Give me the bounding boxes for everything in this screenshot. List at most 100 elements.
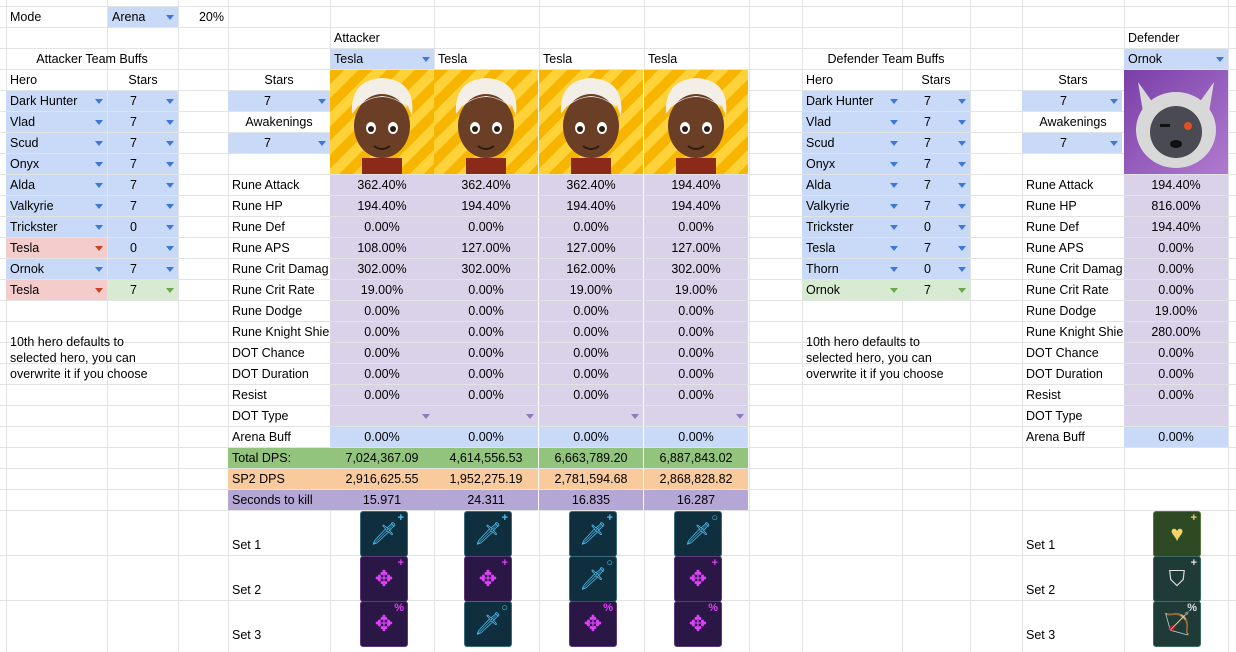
defender-value-cell[interactable]: 194.40% bbox=[1124, 217, 1228, 237]
attacker-value-cell[interactable]: 0.00% bbox=[644, 364, 748, 384]
attacker-set-sword-icon[interactable]: 🗡 + bbox=[569, 511, 617, 557]
defender-set-heart-icon[interactable]: ♥ + bbox=[1153, 511, 1201, 557]
attacker-value-cell[interactable]: 0.00% bbox=[330, 217, 434, 237]
attacker-set-crosshair-icon[interactable]: ✥% bbox=[674, 601, 722, 647]
attacker-value-cell[interactable]: 0.00% bbox=[539, 427, 643, 447]
defender-value-cell[interactable]: 0.00% bbox=[1124, 385, 1228, 405]
attacker-value-cell[interactable]: 0.00% bbox=[644, 343, 748, 363]
defender-team-hero-dropdown[interactable]: Alda bbox=[802, 175, 902, 195]
attacker-value-cell[interactable]: 0.00% bbox=[539, 301, 643, 321]
attacker-value-cell[interactable]: 0.00% bbox=[330, 427, 434, 447]
attacker-hero-dropdown-1[interactable]: Tesla bbox=[330, 49, 434, 69]
attacker-set-sword-icon[interactable]: 🗡 + bbox=[360, 511, 408, 557]
defender-team-stars-dropdown[interactable]: 7 bbox=[902, 196, 970, 216]
attacker-set-crosshair-icon[interactable]: ✥% bbox=[360, 601, 408, 647]
attacker-awakenings-dropdown[interactable]: 7 bbox=[228, 133, 330, 153]
attacker-team-stars-dropdown[interactable]: 7 bbox=[108, 133, 178, 153]
attacker-value-cell[interactable]: 0.00% bbox=[539, 217, 643, 237]
defender-value-cell[interactable]: 0.00% bbox=[1124, 427, 1228, 447]
defender-value-cell[interactable]: 19.00% bbox=[1124, 301, 1228, 321]
attacker-hero-dropdown-4[interactable]: Tesla bbox=[644, 49, 748, 69]
attacker-value-cell[interactable]: 0.00% bbox=[434, 322, 538, 342]
attacker-value-cell[interactable]: 162.00% bbox=[539, 259, 643, 279]
defender-team-hero-dropdown[interactable]: Onyx bbox=[802, 154, 902, 174]
attacker-value-cell[interactable] bbox=[434, 406, 538, 426]
attacker-value-cell[interactable]: 0.00% bbox=[434, 427, 538, 447]
attacker-value-cell[interactable]: 0.00% bbox=[539, 343, 643, 363]
attacker-value-cell[interactable]: 0.00% bbox=[330, 343, 434, 363]
attacker-team-stars-dropdown[interactable]: 0 bbox=[108, 238, 178, 258]
defender-hero-dropdown[interactable]: Ornok bbox=[1124, 49, 1228, 69]
attacker-team-stars-dropdown[interactable]: 7 bbox=[108, 175, 178, 195]
attacker-hero-dropdown-3[interactable]: Tesla bbox=[539, 49, 643, 69]
defender-value-cell[interactable]: 0.00% bbox=[1124, 259, 1228, 279]
attacker-value-cell[interactable]: 194.40% bbox=[539, 196, 643, 216]
defender-value-cell[interactable]: 0.00% bbox=[1124, 364, 1228, 384]
attacker-team-hero-dropdown[interactable]: Tesla bbox=[6, 238, 107, 258]
attacker-value-cell[interactable]: 362.40% bbox=[330, 175, 434, 195]
attacker-value-cell[interactable]: 0.00% bbox=[434, 280, 538, 300]
defender-set-shield-icon[interactable]: ⛉ + bbox=[1153, 556, 1201, 602]
defender-team-stars-dropdown[interactable]: 7 bbox=[902, 91, 970, 111]
attacker-set-crosshair-icon[interactable]: ✥ + bbox=[360, 556, 408, 602]
attacker-value-cell[interactable]: 0.00% bbox=[330, 364, 434, 384]
defender-value-cell[interactable]: 280.00% bbox=[1124, 322, 1228, 342]
defender-team-hero-dropdown[interactable]: Scud bbox=[802, 133, 902, 153]
attacker-value-cell[interactable]: 0.00% bbox=[330, 301, 434, 321]
defender-team-hero-dropdown[interactable]: Valkyrie bbox=[802, 196, 902, 216]
defender-team-hero-dropdown[interactable]: Ornok bbox=[802, 280, 902, 300]
defender-value-cell[interactable]: 0.00% bbox=[1124, 343, 1228, 363]
attacker-set-sword-icon[interactable]: 🗡 ○ bbox=[569, 556, 617, 602]
attacker-team-stars-dropdown[interactable]: 7 bbox=[108, 196, 178, 216]
attacker-value-cell[interactable] bbox=[330, 406, 434, 426]
attacker-value-cell[interactable]: 0.00% bbox=[644, 217, 748, 237]
attacker-team-hero-dropdown[interactable]: Alda bbox=[6, 175, 107, 195]
defender-set-archer-icon[interactable]: 🏹% bbox=[1153, 601, 1201, 647]
defender-team-stars-dropdown[interactable]: 0 bbox=[902, 217, 970, 237]
attacker-value-cell[interactable]: 194.40% bbox=[434, 196, 538, 216]
attacker-team-stars-dropdown[interactable]: 7 bbox=[108, 112, 178, 132]
attacker-value-cell[interactable]: 108.00% bbox=[330, 238, 434, 258]
attacker-value-cell[interactable]: 19.00% bbox=[644, 280, 748, 300]
attacker-value-cell[interactable]: 0.00% bbox=[330, 385, 434, 405]
attacker-value-cell[interactable]: 0.00% bbox=[644, 385, 748, 405]
attacker-set-sword-icon[interactable]: 🗡 + bbox=[464, 511, 512, 557]
attacker-team-hero-dropdown[interactable]: Ornok bbox=[6, 259, 107, 279]
attacker-value-cell[interactable]: 302.00% bbox=[434, 259, 538, 279]
attacker-value-cell[interactable] bbox=[644, 406, 748, 426]
attacker-value-cell[interactable]: 0.00% bbox=[434, 364, 538, 384]
defender-team-stars-dropdown[interactable]: 7 bbox=[902, 154, 970, 174]
defender-value-cell[interactable]: 194.40% bbox=[1124, 175, 1228, 195]
attacker-value-cell[interactable]: 127.00% bbox=[644, 238, 748, 258]
defender-value-cell[interactable] bbox=[1124, 406, 1228, 426]
attacker-value-cell[interactable]: 302.00% bbox=[644, 259, 748, 279]
defender-team-stars-dropdown[interactable]: 0 bbox=[902, 259, 970, 279]
attacker-set-crosshair-icon[interactable]: ✥ + bbox=[464, 556, 512, 602]
attacker-value-cell[interactable]: 19.00% bbox=[539, 280, 643, 300]
attacker-value-cell[interactable]: 0.00% bbox=[434, 343, 538, 363]
defender-team-stars-dropdown[interactable]: 7 bbox=[902, 112, 970, 132]
attacker-value-cell[interactable]: 0.00% bbox=[434, 217, 538, 237]
defender-stars-dropdown[interactable]: 7 bbox=[1022, 91, 1122, 111]
attacker-value-cell[interactable] bbox=[539, 406, 643, 426]
defender-team-hero-dropdown[interactable]: Vlad bbox=[802, 112, 902, 132]
attacker-team-hero-dropdown[interactable]: Scud bbox=[6, 133, 107, 153]
attacker-team-hero-dropdown[interactable]: Valkyrie bbox=[6, 196, 107, 216]
attacker-value-cell[interactable]: 127.00% bbox=[539, 238, 643, 258]
attacker-stars-dropdown[interactable]: 7 bbox=[228, 91, 330, 111]
attacker-value-cell[interactable]: 194.40% bbox=[644, 196, 748, 216]
attacker-set-sword-icon[interactable]: 🗡 ○ bbox=[674, 511, 722, 557]
defender-team-stars-dropdown[interactable]: 7 bbox=[902, 133, 970, 153]
defender-team-hero-dropdown[interactable]: Dark Hunter bbox=[802, 91, 902, 111]
defender-awakenings-dropdown[interactable]: 7 bbox=[1022, 133, 1122, 153]
attacker-hero-dropdown-2[interactable]: Tesla bbox=[434, 49, 538, 69]
attacker-value-cell[interactable]: 194.40% bbox=[644, 175, 748, 195]
attacker-value-cell[interactable]: 0.00% bbox=[539, 385, 643, 405]
attacker-team-hero-dropdown[interactable]: Trickster bbox=[6, 217, 107, 237]
attacker-set-sword-icon[interactable]: 🗡 ○ bbox=[464, 601, 512, 647]
attacker-value-cell[interactable]: 0.00% bbox=[330, 322, 434, 342]
defender-team-hero-dropdown[interactable]: Thorn bbox=[802, 259, 902, 279]
attacker-team-hero-dropdown[interactable]: Onyx bbox=[6, 154, 107, 174]
attacker-team-hero-dropdown[interactable]: Vlad bbox=[6, 112, 107, 132]
attacker-value-cell[interactable]: 19.00% bbox=[330, 280, 434, 300]
